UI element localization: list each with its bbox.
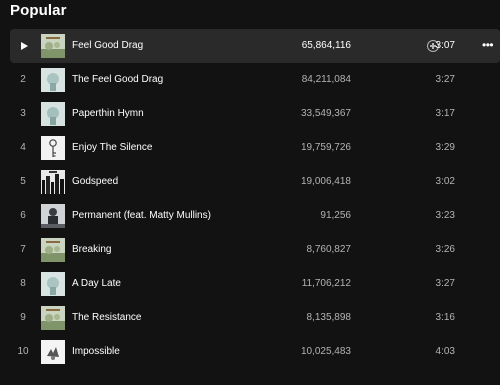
track-duration: 3:23 — [435, 210, 455, 221]
play-count: 8,760,827 — [306, 244, 352, 255]
play-count: 8,135,898 — [306, 312, 352, 323]
play-count: 65,864,116 — [301, 40, 351, 51]
play-count: 11,706,212 — [301, 278, 351, 289]
play-count: 19,006,418 — [300, 176, 351, 187]
track-title[interactable]: Breaking — [72, 233, 111, 267]
track-row[interactable]: 10 Impossible 10,025,483 4:03 — [10, 335, 500, 369]
track-row[interactable]: 6 Permanent (feat. Matty Mullins) 91,256… — [10, 199, 500, 233]
track-title[interactable]: Permanent (feat. Matty Mullins) — [72, 199, 211, 233]
album-cover — [41, 204, 65, 228]
album-cover — [41, 306, 65, 330]
track-number: 10 — [17, 346, 29, 357]
track-duration: 3:29 — [435, 142, 455, 153]
track-row[interactable]: 3 Paperthin Hymn 33,549,367 3:17 — [10, 97, 500, 131]
album-cover — [41, 238, 65, 262]
track-duration: 3:26 — [435, 244, 455, 255]
track-duration: 3:27 — [435, 74, 455, 85]
track-duration: 3:07 — [435, 40, 455, 51]
album-cover — [41, 340, 65, 364]
play-count: 19,759,726 — [300, 142, 351, 153]
play-count: 84,211,084 — [301, 74, 351, 85]
track-number: 7 — [20, 244, 26, 255]
track-number: 9 — [20, 312, 26, 323]
track-row[interactable]: 2 The Feel Good Drag 84,211,084 3:27 — [10, 63, 500, 97]
track-title[interactable]: The Feel Good Drag — [72, 63, 163, 97]
track-title[interactable]: Feel Good Drag — [72, 29, 143, 63]
track-row[interactable]: 8 A Day Late 11,706,212 3:27 — [10, 267, 500, 301]
track-duration: 4:03 — [435, 346, 455, 357]
track-title[interactable]: Godspeed — [72, 165, 118, 199]
track-number: 4 — [20, 142, 26, 153]
album-cover — [41, 102, 65, 126]
track-title[interactable]: A Day Late — [72, 267, 121, 301]
track-number: 3 — [20, 108, 26, 119]
track-number: 2 — [20, 74, 26, 85]
more-options-icon[interactable]: ••• — [482, 39, 496, 51]
album-cover — [41, 68, 65, 92]
track-row[interactable]: Feel Good Drag 65,864,116 3:07 ••• — [10, 29, 500, 63]
track-duration: 3:27 — [435, 278, 455, 289]
track-row[interactable]: 5 Godspeed 19,006,418 3:02 — [10, 165, 500, 199]
track-title[interactable]: Impossible — [72, 335, 120, 369]
track-title[interactable]: Paperthin Hymn — [72, 97, 144, 131]
track-duration: 3:16 — [435, 312, 455, 323]
track-number: 5 — [20, 176, 26, 187]
album-cover — [41, 34, 65, 58]
track-row[interactable]: 9 The Resistance 8,135,898 3:16 — [10, 301, 500, 335]
play-icon[interactable] — [21, 42, 28, 50]
track-number: 6 — [20, 210, 26, 221]
track-duration: 3:02 — [435, 176, 455, 187]
track-title[interactable]: Enjoy The Silence — [72, 131, 152, 165]
track-row[interactable]: 4 Enjoy The Silence 19,759,726 3:29 — [10, 131, 500, 165]
track-title[interactable]: The Resistance — [72, 301, 141, 335]
album-cover — [41, 136, 65, 160]
track-number: 8 — [20, 278, 26, 289]
album-cover — [41, 272, 65, 296]
track-row[interactable]: 7 Breaking 8,760,827 3:26 — [10, 233, 500, 267]
album-cover — [41, 170, 65, 194]
play-count: 10,025,483 — [300, 346, 351, 357]
section-title: Popular — [10, 2, 67, 19]
play-count: 91,256 — [320, 210, 351, 221]
play-count: 33,549,367 — [300, 108, 351, 119]
track-duration: 3:17 — [435, 108, 455, 119]
